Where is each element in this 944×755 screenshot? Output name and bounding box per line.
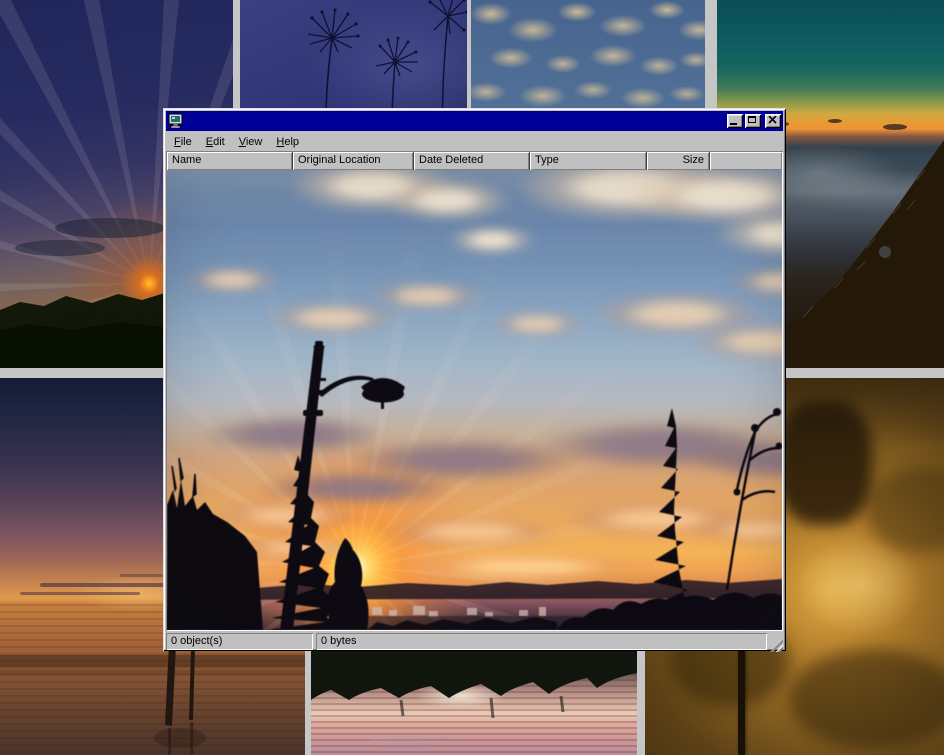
- resize-grip[interactable]: [770, 639, 783, 652]
- minimize-icon: [730, 123, 737, 125]
- status-bytes: 0 bytes: [316, 633, 767, 650]
- vignette: [167, 170, 782, 630]
- status-objects: 0 object(s): [166, 633, 313, 650]
- menu-item-help[interactable]: Help: [269, 134, 306, 150]
- titlebar[interactable]: [166, 111, 783, 131]
- menubar: File Edit View Help: [166, 132, 783, 151]
- list-pane: Name Original Location Date Deleted Type…: [166, 151, 783, 631]
- column-header-original-location[interactable]: Original Location: [293, 152, 414, 170]
- column-header-size[interactable]: Size: [647, 152, 710, 170]
- desktop: File Edit View Help Name Original Locati…: [0, 0, 944, 755]
- column-header-name[interactable]: Name: [167, 152, 293, 170]
- column-header-row: Name Original Location Date Deleted Type…: [167, 152, 782, 170]
- maximize-icon: [748, 116, 756, 123]
- close-button[interactable]: [765, 114, 781, 128]
- close-icon: [768, 116, 777, 124]
- computer-icon: [168, 113, 184, 129]
- blurred-tree-silhouette: [777, 400, 872, 525]
- menu-item-view[interactable]: View: [232, 134, 270, 150]
- maximize-button[interactable]: [745, 114, 761, 128]
- menu-item-file[interactable]: File: [167, 134, 199, 150]
- column-header-date-deleted[interactable]: Date Deleted: [414, 152, 530, 170]
- minimize-button[interactable]: [727, 114, 743, 128]
- explorer-window: File Edit View Help Name Original Locati…: [163, 108, 786, 651]
- list-area-wallpaper-photo[interactable]: [167, 170, 782, 630]
- blur-smudge: [789, 649, 944, 749]
- statusbar: 0 object(s) 0 bytes: [166, 631, 783, 652]
- menu-item-edit[interactable]: Edit: [199, 134, 232, 150]
- blur-smudge: [866, 468, 944, 553]
- column-header-type[interactable]: Type: [530, 152, 647, 170]
- column-header-filler: [710, 152, 782, 170]
